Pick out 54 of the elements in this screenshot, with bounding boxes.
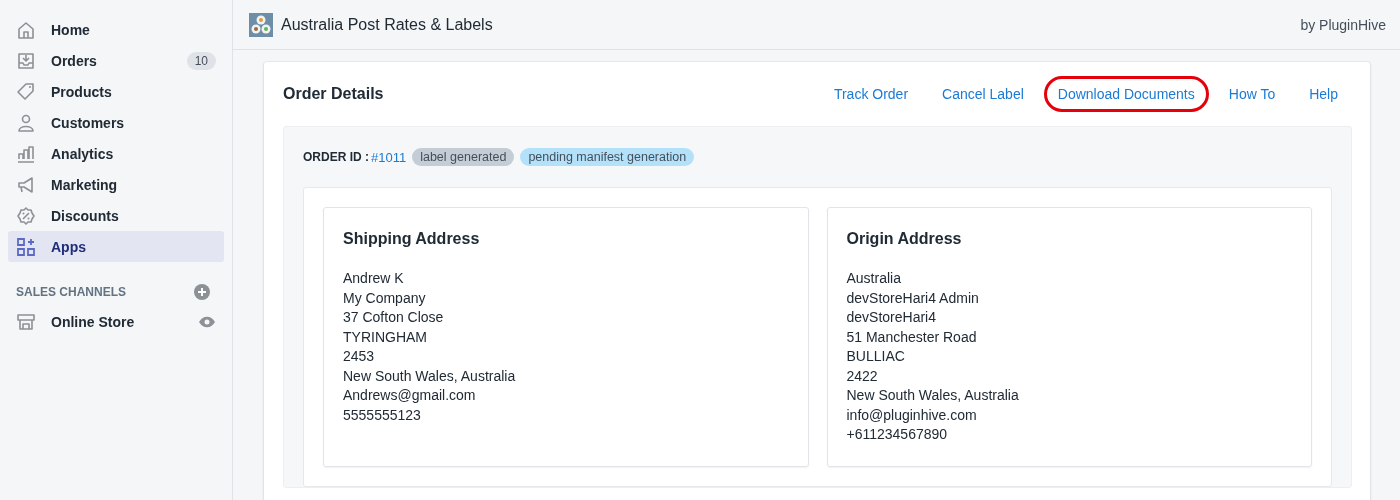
order-id-label: ORDER ID : [303, 150, 369, 164]
add-icon[interactable] [194, 284, 210, 300]
eye-icon[interactable] [198, 315, 216, 328]
address-line: My Company [343, 288, 427, 308]
address-line: devStoreHari4 Admin [846, 288, 980, 308]
app-title: Australia Post Rates & Labels [281, 15, 493, 34]
bar-chart-icon [16, 143, 36, 164]
nav-item[interactable]: Orders 10 [8, 45, 224, 76]
nav-item[interactable]: Discounts [8, 200, 224, 231]
nav-item[interactable]: Apps [8, 231, 224, 262]
card-title: Order Details [283, 85, 384, 103]
nav-item[interactable]: Customers [8, 107, 224, 138]
count-badge: 10 [186, 51, 216, 70]
address-line: Australia [846, 269, 902, 288]
address-line: Andrews@gmail.com [343, 386, 477, 405]
nav-item[interactable]: Products [8, 76, 224, 107]
percent-icon [16, 205, 36, 226]
address-line: 5555555123 [343, 405, 422, 425]
address-line: New South Wales, Australia [846, 386, 1020, 405]
status-badge: label generated [412, 148, 515, 166]
nav-item[interactable]: Online Store [8, 306, 224, 337]
action-link[interactable]: Cancel Label [928, 76, 1038, 112]
apps-grid-icon [16, 236, 36, 257]
address-line: +611234567890 [846, 425, 949, 444]
order-id-link[interactable]: #1011 [371, 149, 407, 165]
address-line: New South Wales, Australia [343, 366, 517, 386]
action-link[interactable]: Help [1295, 76, 1352, 112]
address-line: 51 Manchester Road [846, 327, 978, 347]
section-title: SALES CHANNELS [16, 285, 126, 299]
nav-item[interactable]: Analytics [8, 138, 224, 169]
address-line: TYRINGHAM [343, 327, 428, 347]
address-line: Andrew K [343, 269, 405, 288]
address-title: Shipping Address [343, 230, 481, 248]
address-line: 37 Cofton Close [343, 308, 445, 327]
address-line: devStoreHari4 [846, 308, 937, 327]
nav-item[interactable]: Home [8, 14, 224, 45]
action-link[interactable]: Track Order [819, 76, 923, 112]
app-logo-icon [249, 12, 273, 37]
byline: by PluginHive [1300, 16, 1386, 33]
address-line: 2422 [846, 366, 879, 386]
status-badge: pending manifest generation [520, 148, 695, 166]
megaphone-icon [16, 174, 36, 195]
house-icon [16, 19, 36, 40]
address-line: 2453 [343, 347, 376, 366]
address-line: BULLIAC [846, 347, 906, 366]
address-line: info@pluginhive.com [846, 405, 978, 425]
action-link[interactable]: Download Documents [1043, 76, 1209, 112]
storefront-icon [16, 311, 36, 332]
address-title: Origin Address [846, 230, 963, 248]
person-icon [16, 112, 36, 133]
nav-item[interactable]: Marketing [8, 169, 224, 200]
tag-icon [16, 81, 36, 102]
action-link[interactable]: How To [1214, 76, 1290, 112]
inbox-icon [16, 50, 36, 71]
